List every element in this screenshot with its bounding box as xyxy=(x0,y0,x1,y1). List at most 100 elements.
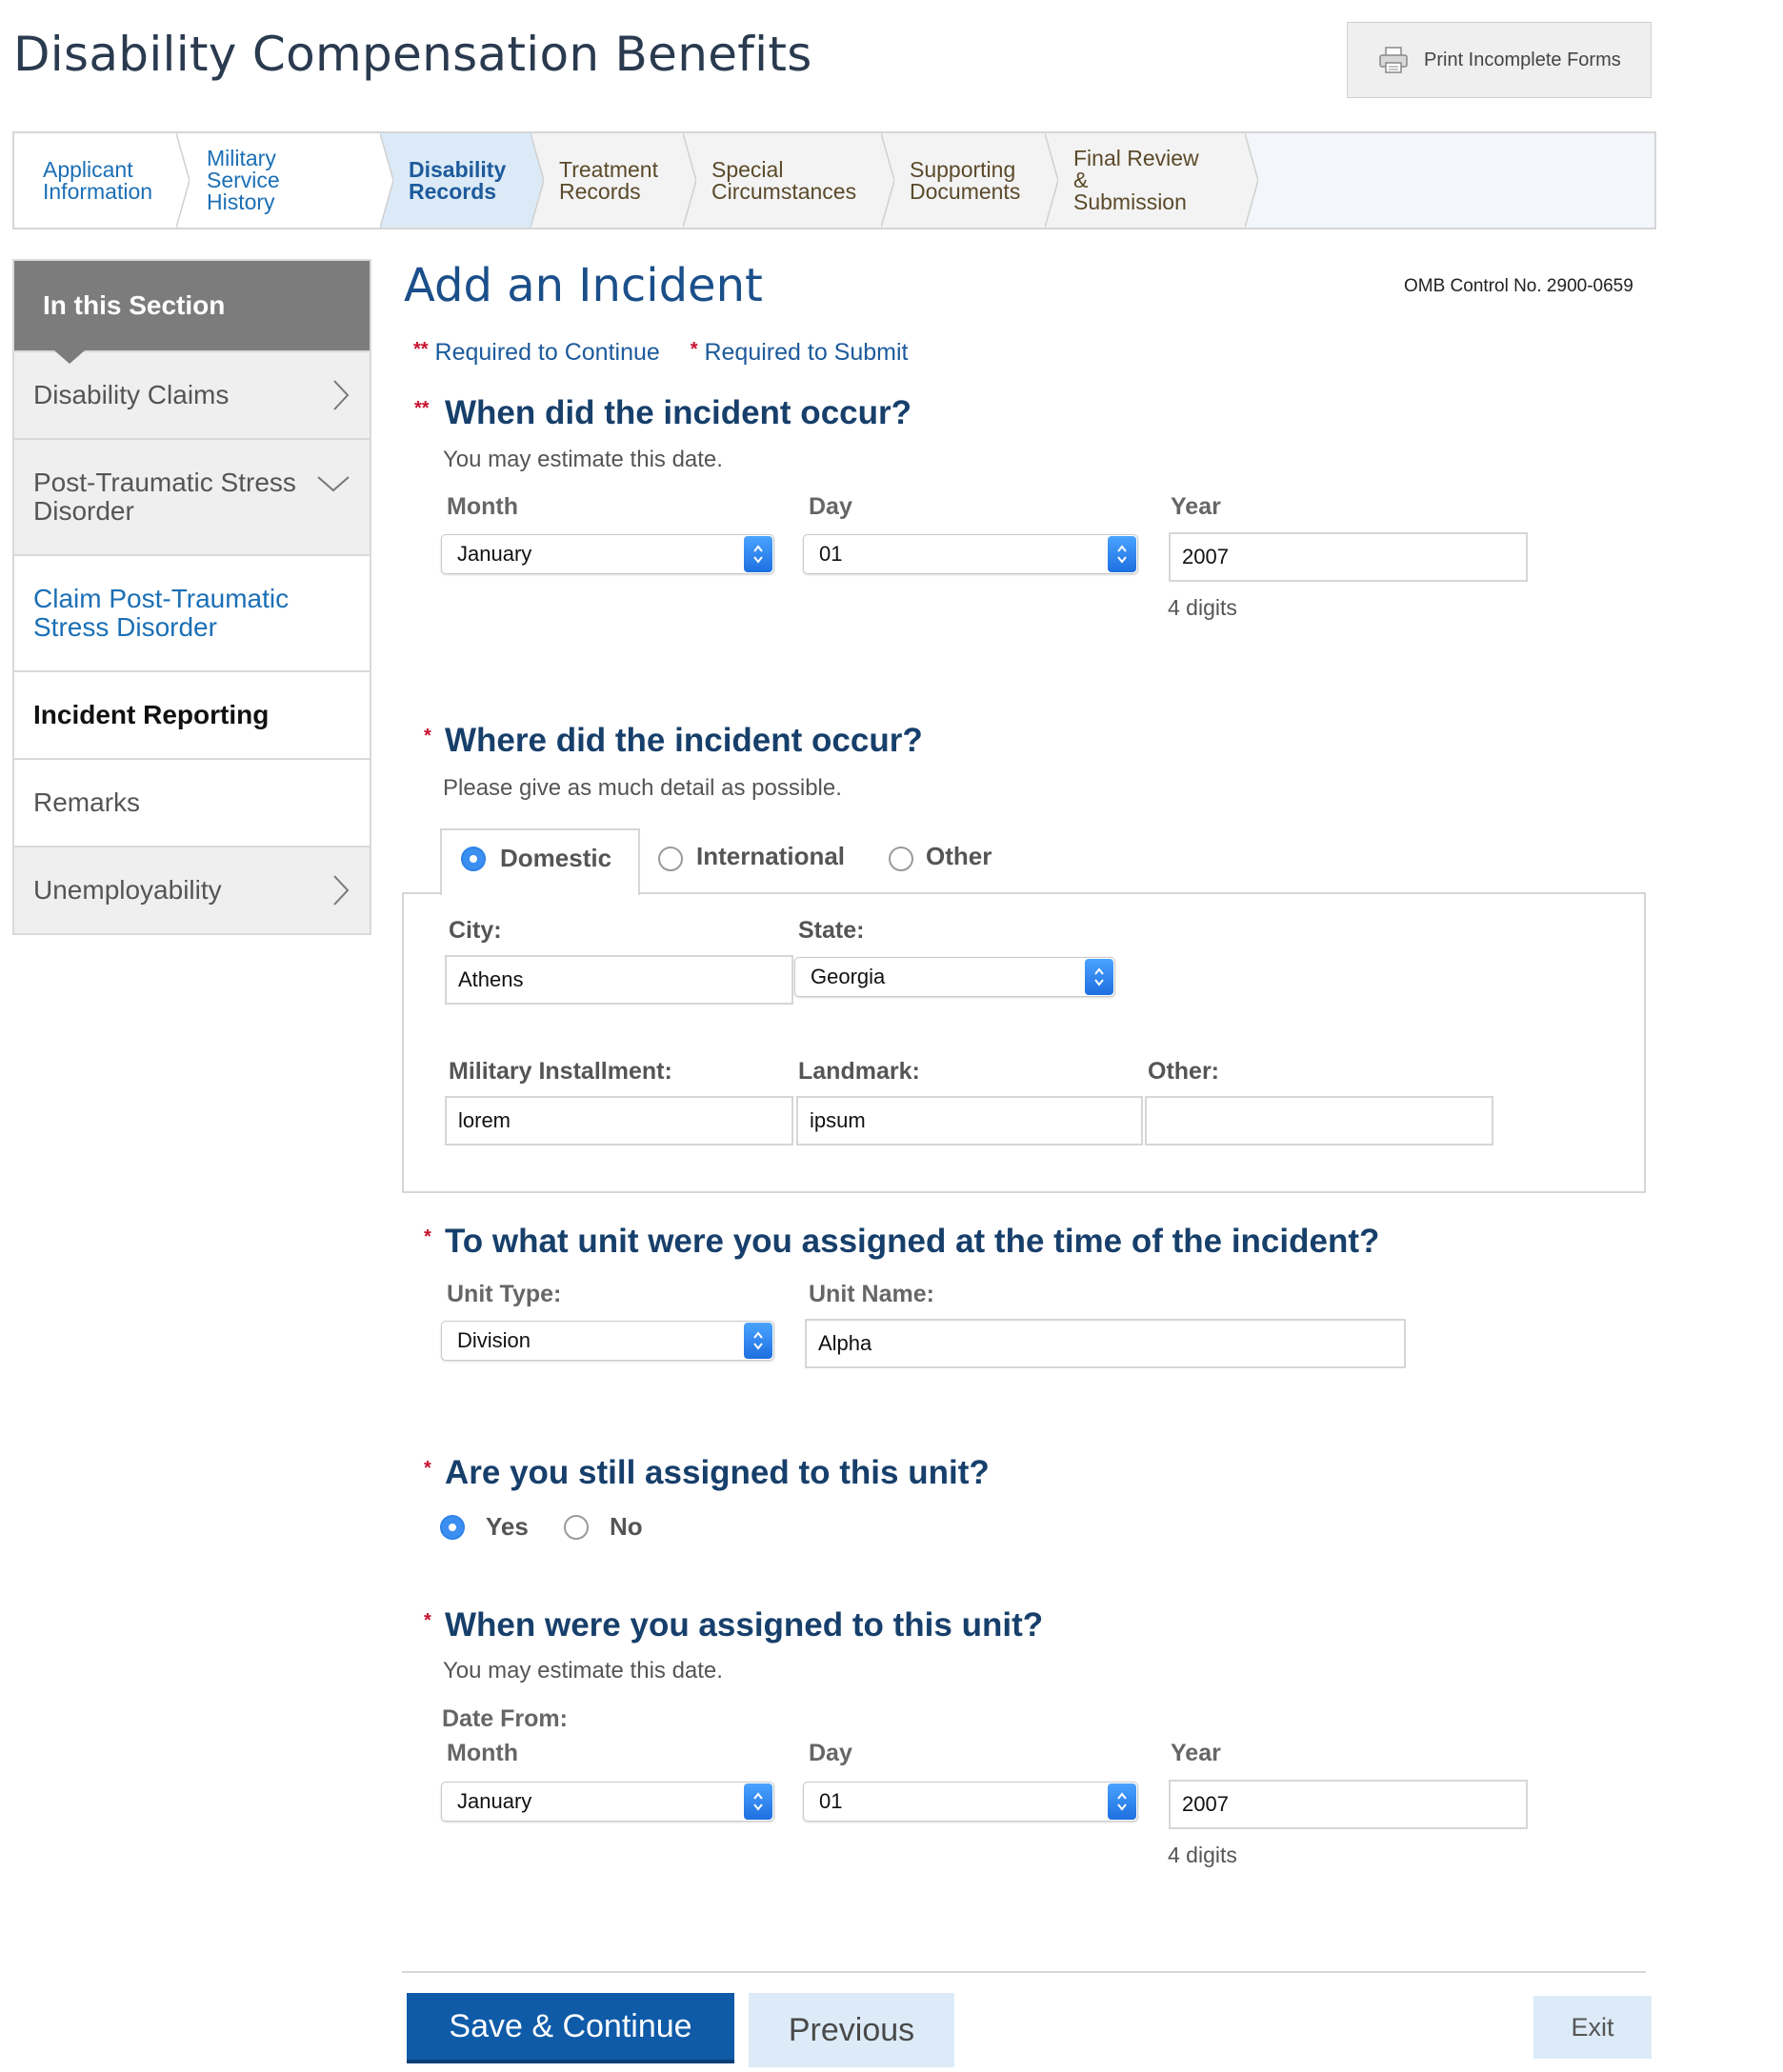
tab-label: Applicant xyxy=(43,156,133,182)
select-stepper-icon xyxy=(1108,1783,1136,1820)
tab-separator-icon xyxy=(1045,133,1058,228)
question-text: Where did the incident occur? xyxy=(445,722,923,759)
sidebar-item-label: Incident Reporting xyxy=(33,700,270,729)
unit-type-label: Unit Type: xyxy=(447,1281,562,1307)
select-value: 01 xyxy=(819,542,843,566)
month-label: Month xyxy=(447,1740,518,1766)
tab-applicant-information[interactable]: Applicant Information xyxy=(14,133,190,228)
form-heading: Add an Incident xyxy=(404,259,763,312)
previous-button[interactable]: Previous xyxy=(749,1993,954,2067)
chevron-right-icon xyxy=(333,875,350,906)
location-panel xyxy=(402,892,1646,1193)
military-installment-label: Military Installment: xyxy=(449,1058,672,1085)
exit-button[interactable]: Exit xyxy=(1533,1996,1652,2059)
radio-no-label: No xyxy=(610,1512,643,1541)
sidebar-item-claim-ptsd[interactable]: Claim Post-Traumatic Stress Disorder xyxy=(14,554,370,670)
progress-tabs: Applicant Information Military Service H… xyxy=(12,131,1656,229)
tab-separator-icon xyxy=(1245,133,1258,228)
save-continue-button[interactable]: Save & Continue xyxy=(407,1993,734,2063)
required-continue-label: Required to Continue xyxy=(434,339,660,366)
tab-separator-icon xyxy=(176,133,190,228)
day-label: Day xyxy=(809,493,852,520)
unit-name-input[interactable]: Alpha xyxy=(805,1319,1406,1368)
city-input[interactable]: Athens xyxy=(445,955,793,1005)
day-label: Day xyxy=(809,1740,852,1766)
sidebar-item-label: Disability Claims xyxy=(33,380,230,409)
radio-no[interactable] xyxy=(564,1515,589,1540)
tab-label: Circumstances xyxy=(711,178,857,204)
question-when-incident: ** When did the incident occur? xyxy=(414,394,912,432)
radio-domestic[interactable] xyxy=(461,847,486,871)
tab-treatment-records[interactable]: Treatment Records xyxy=(531,133,696,228)
required-continue-marker: ** xyxy=(413,339,429,360)
radio-international[interactable] xyxy=(658,847,683,871)
incident-year-input[interactable]: 2007 xyxy=(1169,532,1528,582)
tab-disability-records[interactable]: Disability Records xyxy=(380,133,544,228)
tab-separator-icon xyxy=(380,133,393,228)
sidebar-item-incident-reporting[interactable]: Incident Reporting xyxy=(14,670,370,758)
chevron-down-icon xyxy=(317,476,350,492)
estimate-hint: You may estimate this date. xyxy=(443,447,723,472)
select-stepper-icon xyxy=(744,536,772,572)
select-stepper-icon xyxy=(744,1323,772,1359)
radio-domestic-label: Domestic xyxy=(500,844,612,872)
tab-label: Special xyxy=(711,156,784,182)
sidebar-item-label: Unemployability xyxy=(33,875,222,905)
required-marker: * xyxy=(424,726,431,747)
year-label: Year xyxy=(1171,493,1221,520)
select-value: January xyxy=(457,542,532,566)
tab-separator-icon xyxy=(881,133,894,228)
other-location-label: Other: xyxy=(1148,1058,1219,1085)
tab-final-review-submission[interactable]: Final Review & Submission xyxy=(1045,133,1258,228)
tab-supporting-documents[interactable]: Supporting Documents xyxy=(881,133,1058,228)
other-location-input[interactable] xyxy=(1145,1096,1493,1146)
month-label: Month xyxy=(447,493,518,520)
tab-label: Records xyxy=(559,178,641,204)
tab-label: Military Service xyxy=(207,146,280,192)
required-legend: ** Required to Continue * Required to Su… xyxy=(413,339,908,367)
page-title: Disability Compensation Benefits xyxy=(13,27,812,82)
select-stepper-icon xyxy=(1108,536,1136,572)
required-marker: * xyxy=(424,1458,431,1479)
question-text: To what unit were you assigned at the ti… xyxy=(445,1223,1380,1260)
sidebar-item-ptsd[interactable]: Post-Traumatic Stress Disorder xyxy=(14,438,370,554)
tab-label: Final Review & xyxy=(1073,146,1199,192)
tab-label: Submission xyxy=(1073,189,1187,214)
landmark-input[interactable]: ipsum xyxy=(796,1096,1143,1146)
assigned-month-select[interactable]: January xyxy=(441,1782,774,1822)
tab-label: History xyxy=(207,189,275,214)
required-submit-marker: * xyxy=(690,339,698,360)
sidebar-heading-pointer xyxy=(54,350,85,364)
unit-type-select[interactable]: Division xyxy=(441,1321,774,1361)
sidebar-item-label: Remarks xyxy=(33,787,141,817)
tab-special-circumstances[interactable]: Special Circumstances xyxy=(683,133,894,228)
select-value: Division xyxy=(457,1328,531,1352)
sidebar-item-unemployability[interactable]: Unemployability xyxy=(14,846,370,933)
section-sidebar: In this Section Disability Claims Post-T… xyxy=(12,259,371,935)
radio-other[interactable] xyxy=(889,847,913,871)
tab-label: Records xyxy=(409,178,497,204)
tab-label: Supporting xyxy=(910,156,1016,182)
required-submit-label: Required to Submit xyxy=(704,339,909,366)
print-incomplete-forms-button[interactable]: Print Incomplete Forms xyxy=(1347,22,1652,98)
incident-day-select[interactable]: 01 xyxy=(803,534,1138,574)
sidebar-item-remarks[interactable]: Remarks xyxy=(14,758,370,846)
assigned-year-input[interactable]: 2007 xyxy=(1169,1780,1528,1829)
incident-month-select[interactable]: January xyxy=(441,534,774,574)
sidebar-item-label: Claim Post-Traumatic Stress Disorder xyxy=(33,584,290,642)
year-label: Year xyxy=(1171,1740,1221,1766)
radio-yes[interactable] xyxy=(440,1515,465,1540)
year-hint: 4 digits xyxy=(1168,595,1237,620)
tab-label: Information xyxy=(43,178,153,204)
military-installment-input[interactable]: lorem xyxy=(445,1096,793,1146)
year-hint: 4 digits xyxy=(1168,1843,1237,1867)
assigned-day-select[interactable]: 01 xyxy=(803,1782,1138,1822)
print-label: Print Incomplete Forms xyxy=(1424,49,1621,70)
select-value: January xyxy=(457,1789,532,1813)
required-marker: * xyxy=(424,1226,431,1247)
question-still-assigned: * Are you still assigned to this unit? xyxy=(424,1454,990,1492)
tab-label: Documents xyxy=(910,178,1021,204)
tab-military-service-history[interactable]: Military Service History xyxy=(176,133,393,228)
state-select[interactable]: Georgia xyxy=(794,957,1115,997)
chevron-right-icon xyxy=(333,380,350,410)
